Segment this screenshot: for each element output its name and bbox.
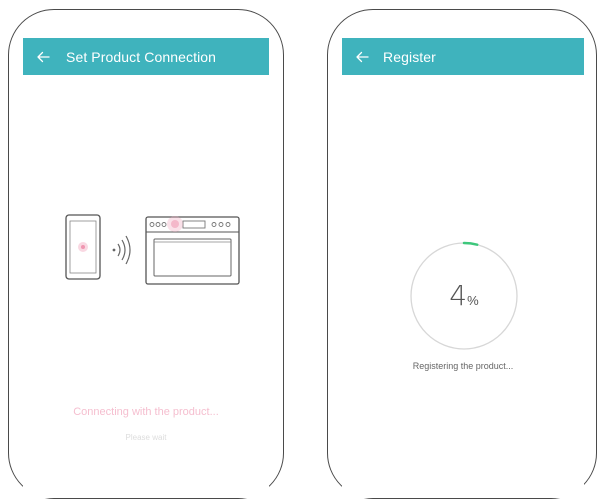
- oven-icon: [145, 216, 240, 285]
- phone-frame-connection: Set Product Connection Connecting with t…: [8, 9, 284, 499]
- page-title: Set Product Connection: [66, 48, 217, 65]
- progress-unit: %: [467, 293, 479, 308]
- connection-body: Connecting with the product... Please wa…: [23, 75, 269, 498]
- registering-status-text: Registering the product...: [412, 361, 514, 371]
- progress-number: 4: [449, 279, 468, 312]
- screen-set-product-connection: Set Product Connection Connecting with t…: [23, 38, 269, 498]
- connection-illustration: [65, 214, 240, 285]
- please-wait-text: Please wait: [125, 433, 167, 442]
- back-arrow-icon[interactable]: [355, 48, 373, 66]
- phone-frame-register: Register 4% Registering the product...: [327, 9, 597, 499]
- connecting-status-text: Connecting with the product...: [73, 406, 219, 418]
- register-body: 4% Registering the product...: [342, 75, 584, 498]
- app-bar: Register: [342, 38, 584, 75]
- screen-register: Register 4% Registering the product...: [342, 38, 584, 498]
- smartphone-icon: [65, 214, 101, 280]
- wireless-signal-icon: [112, 235, 131, 265]
- app-bar: Set Product Connection: [23, 38, 269, 75]
- page-title: Register: [383, 48, 436, 65]
- back-arrow-icon[interactable]: [36, 48, 54, 66]
- progress-arc: [462, 241, 479, 246]
- progress-value: 4%: [404, 279, 524, 312]
